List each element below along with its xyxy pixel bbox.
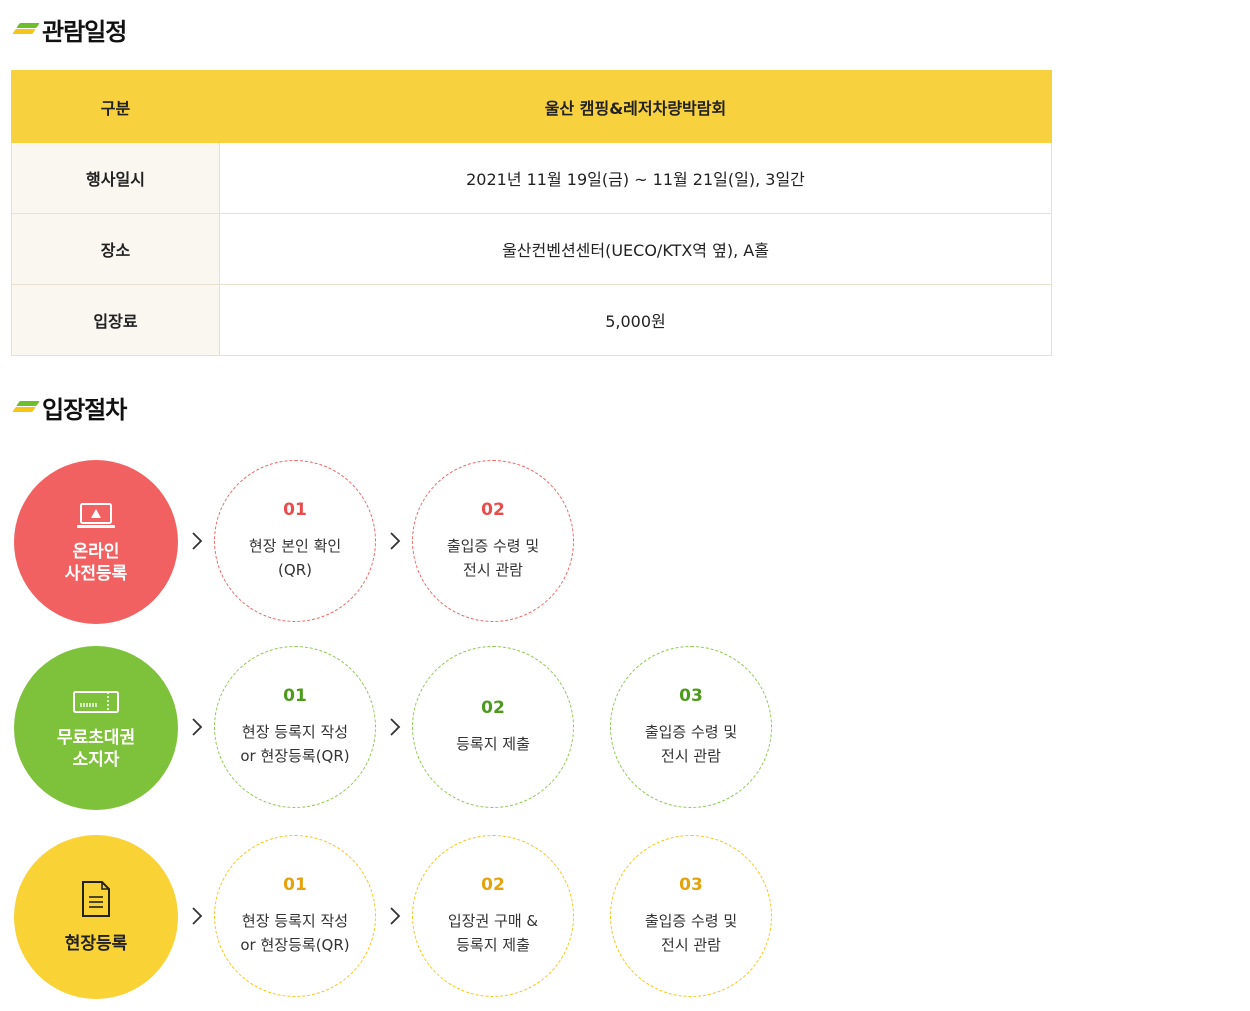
row-value-place: 울산컨벤션센터(UECO/KTX역 옆), A홀 bbox=[219, 213, 1052, 285]
step-text-line1: 현장 등록지 작성 bbox=[241, 723, 349, 741]
step-circle: 01 현장 등록지 작성 or 현장등록(QR) bbox=[214, 835, 376, 997]
procedure-section-title: 입장절차 bbox=[12, 390, 127, 425]
step-text-line1: 출입증 수령 및 bbox=[644, 912, 738, 930]
step-number: 02 bbox=[481, 698, 505, 718]
step-circle: 01 현장 본인 확인 (QR) bbox=[214, 460, 376, 622]
step-text-line1: 등록지 제출 bbox=[456, 735, 530, 753]
flow-onsite-registration: 현장등록 01 현장 등록지 작성 or 현장등록(QR) 02 입장권 구매 … bbox=[14, 835, 794, 999]
onsite-registration-circle: 현장등록 bbox=[14, 835, 178, 999]
schedule-section-title: 관람일정 bbox=[12, 12, 127, 47]
title-mark-icon bbox=[12, 399, 40, 417]
step-number: 01 bbox=[283, 875, 307, 895]
table-row: 입장료 5,000원 bbox=[11, 284, 1052, 356]
row-label-place: 장소 bbox=[11, 213, 220, 285]
chevron-right-icon bbox=[390, 718, 401, 736]
flow-name-line2: 현장등록 bbox=[64, 934, 128, 954]
document-icon bbox=[80, 879, 112, 919]
step-text-line1: 출입증 수령 및 bbox=[446, 537, 540, 555]
header-label: 구분 bbox=[11, 70, 220, 143]
step-text-line2: or 현장등록(QR) bbox=[240, 747, 350, 765]
step-number: 02 bbox=[481, 500, 505, 520]
step-text-line2: (QR) bbox=[278, 561, 312, 579]
row-label-date: 행사일시 bbox=[11, 142, 220, 214]
step-text-line1: 입장권 구매 & bbox=[447, 912, 539, 930]
step-text-line1: 현장 등록지 작성 bbox=[241, 912, 349, 930]
step-number: 03 bbox=[679, 875, 703, 895]
step-text-line2: 전시 관람 bbox=[661, 747, 721, 765]
table-row: 장소 울산컨벤션센터(UECO/KTX역 옆), A홀 bbox=[11, 213, 1052, 285]
header-value: 울산 캠핑&레저차량박람회 bbox=[219, 70, 1052, 143]
step-number: 02 bbox=[481, 875, 505, 895]
schedule-title: 관람일정 bbox=[42, 18, 127, 46]
chevron-right-icon bbox=[390, 907, 401, 925]
laptop-icon bbox=[75, 499, 117, 533]
step-circle: 02 입장권 구매 & 등록지 제출 bbox=[412, 835, 574, 997]
step-circle: 01 현장 등록지 작성 or 현장등록(QR) bbox=[214, 646, 376, 808]
flow-online-registration: 온라인 사전등록 01 현장 본인 확인 (QR) 02 출입증 수령 및 전시… bbox=[14, 460, 794, 624]
chevron-right-icon bbox=[192, 532, 203, 550]
row-label-fee: 입장료 bbox=[11, 284, 220, 356]
step-text-line2: or 현장등록(QR) bbox=[240, 936, 350, 954]
table-row: 행사일시 2021년 11월 19일(금) ~ 11월 21일(일), 3일간 bbox=[11, 142, 1052, 214]
chevron-right-icon bbox=[390, 532, 401, 550]
title-mark-icon bbox=[12, 21, 40, 39]
step-text-line2: 전시 관람 bbox=[661, 936, 721, 954]
free-invitation-circle: 무료초대권 소지자 bbox=[14, 646, 178, 810]
chevron-right-icon bbox=[192, 907, 203, 925]
procedure-title: 입장절차 bbox=[42, 396, 127, 424]
row-value-fee: 5,000원 bbox=[219, 284, 1052, 356]
flow-free-invitation: 무료초대권 소지자 01 현장 등록지 작성 or 현장등록(QR) 02 등록… bbox=[14, 646, 794, 810]
table-header-row: 구분 울산 캠핑&레저차량박람회 bbox=[11, 70, 1052, 143]
schedule-table: 구분 울산 캠핑&레저차량박람회 행사일시 2021년 11월 19일(금) ~… bbox=[11, 70, 1052, 356]
step-text-line2: 전시 관람 bbox=[463, 561, 523, 579]
step-circle: 03 출입증 수령 및 전시 관람 bbox=[610, 646, 772, 808]
flow-name-line1: 무료초대권 bbox=[56, 728, 136, 748]
online-registration-circle: 온라인 사전등록 bbox=[14, 460, 178, 624]
flow-name-line2: 소지자 bbox=[72, 750, 120, 770]
chevron-right-icon bbox=[192, 718, 203, 736]
step-text-line1: 출입증 수령 및 bbox=[644, 723, 738, 741]
step-circle: 02 등록지 제출 bbox=[412, 646, 574, 808]
ticket-icon bbox=[72, 685, 120, 719]
flow-name-line1: 온라인 bbox=[72, 542, 120, 562]
step-circle: 02 출입증 수령 및 전시 관람 bbox=[412, 460, 574, 622]
step-circle: 03 출입증 수령 및 전시 관람 bbox=[610, 835, 772, 997]
step-text-line2: 등록지 제출 bbox=[456, 936, 530, 954]
row-value-date: 2021년 11월 19일(금) ~ 11월 21일(일), 3일간 bbox=[219, 142, 1052, 214]
step-number: 01 bbox=[283, 686, 307, 706]
step-text-line1: 현장 본인 확인 bbox=[248, 537, 342, 555]
flow-name-line2: 사전등록 bbox=[64, 564, 128, 584]
step-number: 03 bbox=[679, 686, 703, 706]
step-number: 01 bbox=[283, 500, 307, 520]
